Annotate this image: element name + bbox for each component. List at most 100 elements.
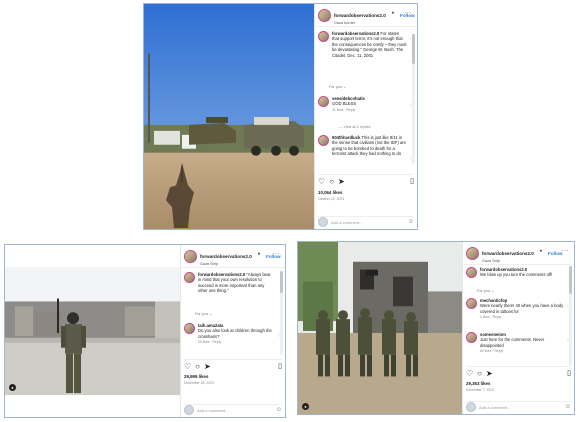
- add-comment-bar: Add a comment... ☺: [466, 401, 571, 412]
- user-tag-icon[interactable]: ●: [302, 403, 309, 410]
- avatar[interactable]: [318, 96, 329, 107]
- caption: forwardobservations2.0 "Always bear in m…: [184, 272, 275, 294]
- caption: forwardobservations2.0 We blow up you tur…: [466, 267, 564, 278]
- emoji-icon[interactable]: ☺: [408, 219, 414, 225]
- bookmark-icon[interactable]: ▯: [278, 363, 282, 371]
- emoji-icon[interactable]: ☺: [276, 407, 282, 413]
- avatar[interactable]: [318, 31, 329, 42]
- comment-meta[interactable]: 4 likes · Reply: [480, 315, 564, 320]
- caption-username[interactable]: forwardobservations2.0: [332, 31, 379, 36]
- follow-button[interactable]: Follow: [548, 251, 563, 256]
- avatar[interactable]: [184, 323, 195, 334]
- for-you-label[interactable]: For you ⌄: [477, 288, 494, 293]
- likes-count[interactable]: 10,064 likes: [318, 190, 342, 195]
- view-replies-link[interactable]: — View all 2 replies: [339, 125, 371, 129]
- post-3-actions: ♡ ○ ➤ ▯: [466, 366, 571, 378]
- comment-meta[interactable]: 80 likes · Reply: [480, 349, 564, 354]
- location[interactable]: Gaza Strip: [200, 262, 281, 267]
- more-options-icon[interactable]: ···: [405, 10, 413, 16]
- emoji-icon[interactable]: ☺: [565, 404, 571, 410]
- comment: mechanticfop Were nearly there! 40 when y…: [466, 298, 564, 321]
- post-2-sidebar: forwardobservations2.0 · Follow Gaza Str…: [180, 245, 285, 417]
- for-you-label[interactable]: For you ⌄: [195, 311, 212, 316]
- post-1-header: forwardobservations2.0 · Follow Gaza bor…: [315, 4, 417, 27]
- username[interactable]: forwardobservations2.0: [334, 13, 386, 18]
- comments-scrollbar[interactable]: [569, 266, 572, 366]
- comment-username[interactable]: someoneinm: [480, 332, 506, 337]
- post-3-header: forwardobservations2.0 · Follow Gaza Str…: [463, 242, 574, 265]
- post-3-photo-scene: [298, 242, 464, 414]
- comment-username[interactable]: taih.ama2ata: [198, 323, 223, 328]
- location[interactable]: Gaza Strip: [482, 259, 563, 264]
- add-comment-input[interactable]: Add a comment...: [331, 220, 362, 225]
- comment: seneidebcohatis GOD BLESS 21 likes · Repl…: [318, 96, 407, 113]
- add-comment-bar: Add a comment... ☺: [184, 404, 282, 415]
- comment-username[interactable]: 504thhardluck: [332, 135, 360, 140]
- username[interactable]: forwardobservations2.0: [200, 254, 252, 259]
- comment-username[interactable]: mechanticfop: [480, 298, 507, 303]
- share-icon[interactable]: ➤: [486, 369, 493, 378]
- post-2-photo-scene: [5, 267, 182, 395]
- comments-scrollbar[interactable]: [280, 271, 283, 355]
- avatar[interactable]: [184, 272, 195, 283]
- username[interactable]: forwardobservations2.0: [482, 251, 534, 256]
- like-icon[interactable]: ♡: [318, 177, 325, 186]
- post-1-actions: ♡ ○ ➤ ▯: [318, 174, 414, 186]
- caption-text: We blow up you turn the comments off!: [480, 272, 553, 278]
- post-1-photo: [144, 4, 316, 229]
- comment: 504thhardluck This is just like 9/11 in …: [318, 135, 407, 157]
- like-icon[interactable]: ♡: [184, 362, 191, 371]
- avatar: [466, 402, 476, 412]
- comment-meta[interactable]: 21 likes · Reply: [332, 108, 365, 113]
- comment-icon[interactable]: ○: [477, 369, 482, 378]
- avatar[interactable]: [466, 332, 477, 343]
- post-date: December 7, 2023: [466, 388, 494, 392]
- post-3-photo: ●: [298, 242, 464, 414]
- comment-icon[interactable]: ○: [329, 177, 334, 186]
- comment-username[interactable]: seneidebcohatis: [332, 96, 365, 101]
- avatar[interactable]: [318, 135, 329, 146]
- post-3-sidebar: forwardobservations2.0 · Follow Gaza Str…: [462, 242, 574, 414]
- avatar: [318, 217, 328, 227]
- post-1-photo-scene: [144, 4, 316, 229]
- for-you-label[interactable]: For you ⌄: [329, 84, 346, 89]
- add-comment-input[interactable]: Add a comment...: [479, 405, 510, 410]
- like-icon[interactable]: ♡: [466, 369, 473, 378]
- avatar[interactable]: [318, 8, 331, 22]
- more-options-icon[interactable]: ···: [273, 251, 281, 257]
- avatar[interactable]: [466, 298, 477, 309]
- post-2-actions: ♡ ○ ➤ ▯: [184, 359, 282, 371]
- avatar[interactable]: [184, 249, 197, 263]
- likes-count[interactable]: 29,995 likes: [184, 374, 208, 379]
- add-comment-input[interactable]: Add a comment...: [197, 408, 228, 413]
- caption-username[interactable]: forwardobservations2.0: [480, 267, 527, 272]
- instagram-post-1: forwardobservations2.0 · Follow Gaza bor…: [143, 3, 418, 230]
- share-icon[interactable]: ➤: [338, 177, 345, 186]
- comment-text: Do you also look at children through the…: [198, 328, 272, 339]
- post-1-sidebar: forwardobservations2.0 · Follow Gaza bor…: [314, 4, 417, 229]
- likes-count[interactable]: 29,353 likes: [466, 381, 490, 386]
- comment: taih.ama2ata Do you also look at children…: [184, 323, 275, 346]
- comment-text: Were nearly there! 40 when you have a bo…: [480, 303, 564, 314]
- post-2-header: forwardobservations2.0 · Follow Gaza Str…: [181, 245, 285, 268]
- add-comment-bar: Add a comment... ☺: [318, 216, 414, 227]
- post-date: November 28, 2023: [184, 381, 214, 385]
- instagram-post-2: ● forwardobservations2.0 · Follow Gaza S…: [4, 244, 286, 418]
- comment: someoneinm Just here for the comments. Ne…: [466, 332, 564, 355]
- avatar[interactable]: [466, 267, 477, 278]
- more-options-icon[interactable]: ···: [562, 248, 570, 254]
- comments-scrollbar[interactable]: [412, 34, 415, 164]
- share-icon[interactable]: ➤: [204, 362, 211, 371]
- post-2-photo: ●: [5, 267, 182, 395]
- user-tag-icon[interactable]: ●: [9, 384, 16, 391]
- location[interactable]: Gaza border: [334, 21, 415, 26]
- post-date: October 22, 2023: [318, 197, 345, 201]
- avatar[interactable]: [466, 246, 479, 260]
- comment-meta[interactable]: 30 likes · Reply: [198, 340, 275, 345]
- caption-username[interactable]: forwardobservations2.0: [198, 272, 245, 277]
- bookmark-icon[interactable]: ▯: [410, 178, 414, 186]
- bookmark-icon[interactable]: ▯: [567, 370, 571, 378]
- comment-text: Just here for the comments. Never disapp…: [480, 337, 545, 348]
- caption: forwardobservations2.0 For states that s…: [318, 31, 407, 58]
- comment-icon[interactable]: ○: [195, 362, 200, 371]
